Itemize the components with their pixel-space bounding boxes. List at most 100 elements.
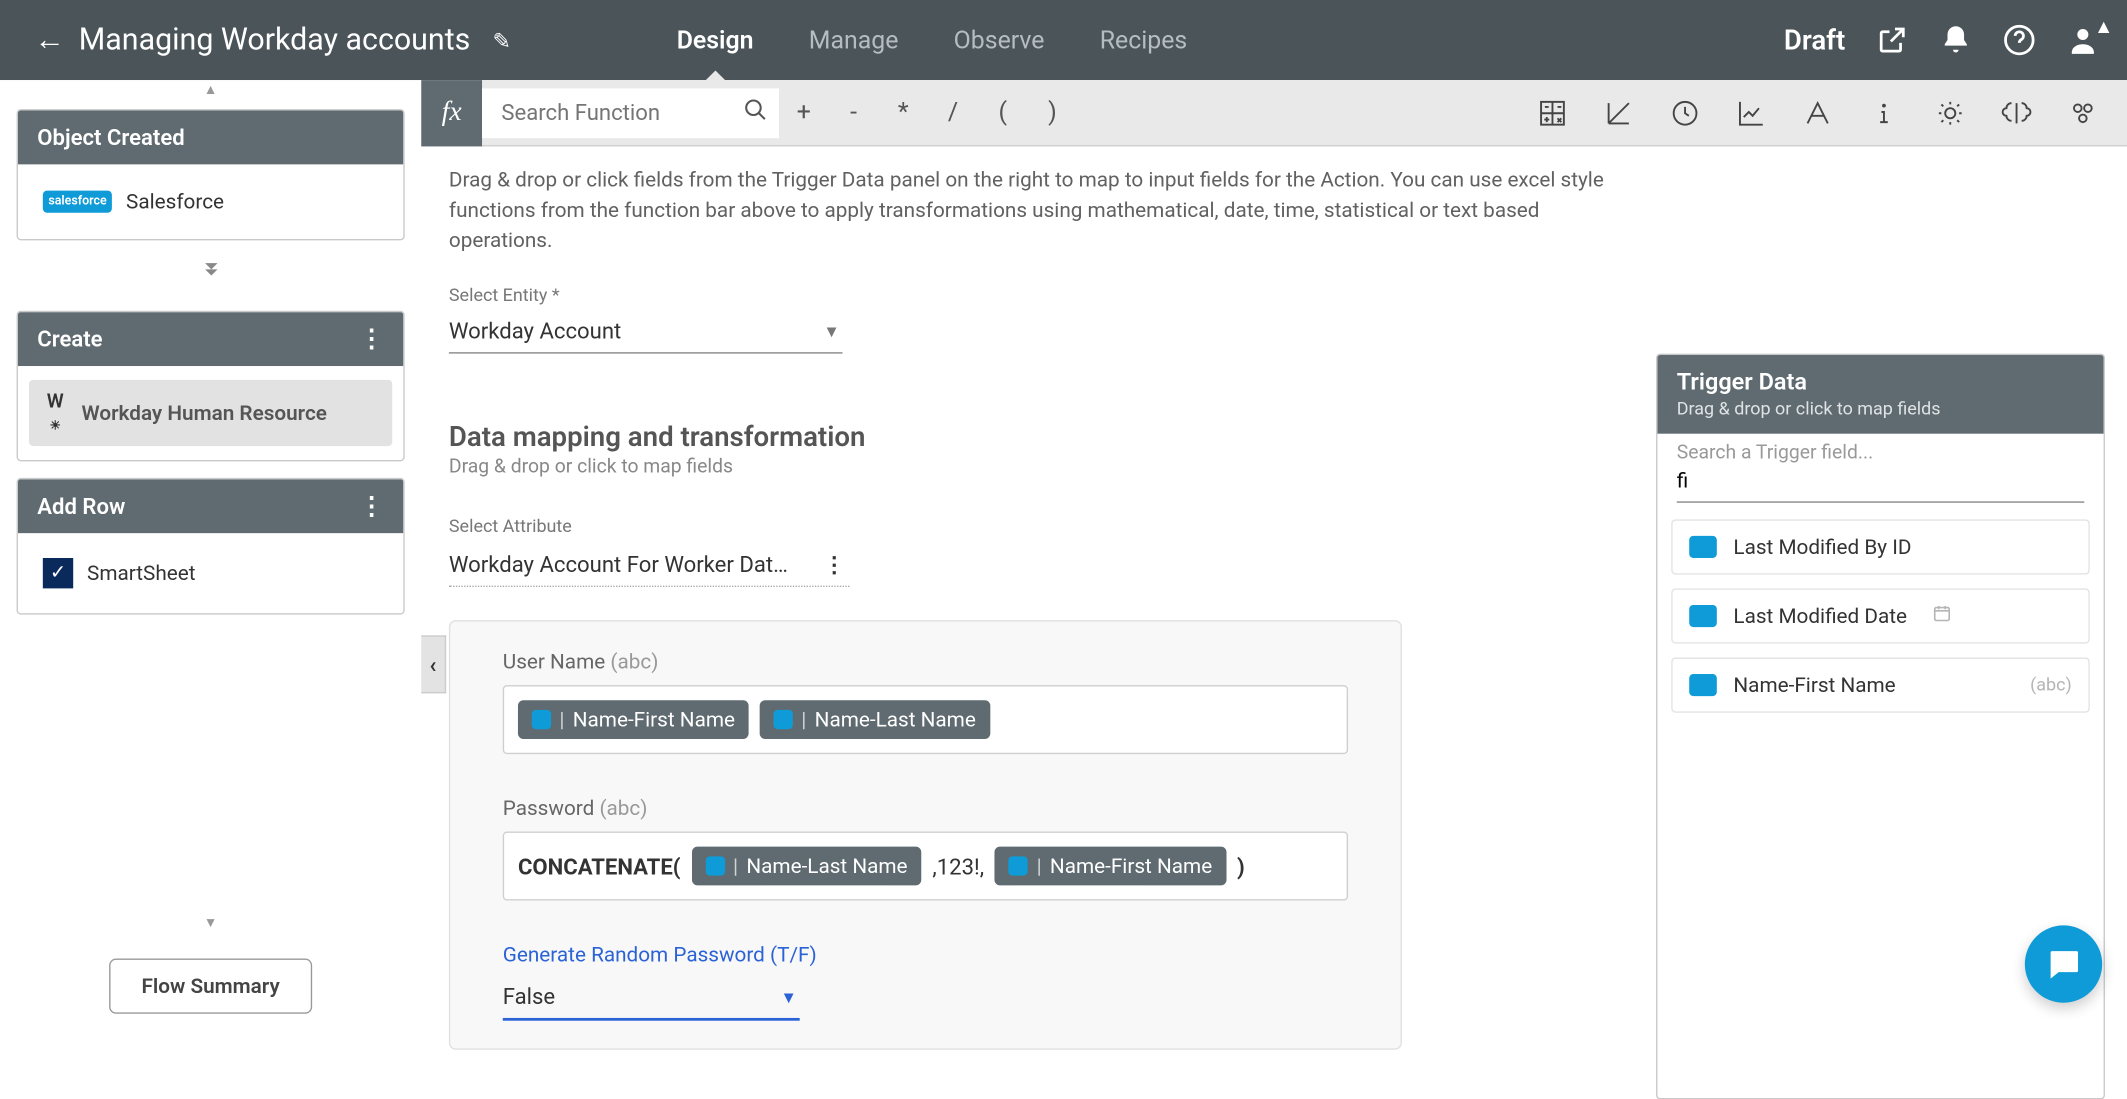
trigger-field-label: Name-First Name: [1733, 673, 1895, 698]
tab-recipes[interactable]: Recipes: [1100, 1, 1188, 80]
fn-open: CONCATENATE(: [518, 853, 681, 879]
password-label: Password (abc): [503, 796, 1348, 821]
chevron-down-icon: ▼: [823, 321, 839, 340]
fn-close: ): [1237, 853, 1245, 879]
workday-icon: W☀: [43, 391, 68, 435]
chevron-down-icon: ▼: [781, 987, 797, 1006]
collapse-sidebar-icon[interactable]: ‹: [421, 635, 446, 693]
chip-last-name[interactable]: |Name-Last Name: [760, 701, 990, 740]
salesforce-icon: [1009, 857, 1028, 876]
card-title: Create: [37, 326, 102, 352]
op-multiply[interactable]: *: [878, 98, 928, 127]
salesforce-icon: [705, 857, 724, 876]
username-input[interactable]: |Name-First Name |Name-Last Name: [503, 685, 1348, 754]
op-minus[interactable]: -: [829, 98, 879, 127]
op-divide[interactable]: /: [928, 98, 978, 127]
gen-pwd-select[interactable]: False ▼: [503, 978, 800, 1021]
external-link-icon[interactable]: [1876, 23, 1909, 56]
salesforce-icon: [1689, 536, 1717, 558]
chip-first-name[interactable]: |Name-First Name: [995, 847, 1226, 886]
node-salesforce[interactable]: salesforce Salesforce: [29, 178, 392, 225]
gen-pwd-label: Generate Random Password (T/F): [503, 942, 1348, 967]
flow-summary-button[interactable]: Flow Summary: [110, 959, 312, 1014]
node-label: Workday Human Resource: [81, 401, 326, 426]
entity-value: Workday Account: [449, 318, 621, 344]
card-menu-icon[interactable]: ⋮: [359, 327, 384, 352]
clock-icon[interactable]: [1668, 96, 1701, 129]
help-icon[interactable]: [2003, 23, 2036, 56]
entity-select[interactable]: Workday Account ▼: [449, 312, 843, 353]
node-smartsheet[interactable]: ✓ SmartSheet: [29, 547, 392, 599]
page-title: Managing Workday accounts: [79, 23, 471, 58]
trigger-field-label: Last Modified By ID: [1733, 535, 1911, 560]
node-label: SmartSheet: [87, 561, 196, 586]
tab-observe[interactable]: Observe: [954, 1, 1045, 80]
top-navbar: ← Managing Workday accounts ✎ Design Man…: [0, 0, 2127, 80]
fx-icon[interactable]: fx: [421, 79, 482, 145]
literal-text: ,123!,: [932, 853, 984, 879]
calendar-icon: [1932, 604, 1951, 629]
attr-value: Workday Account For Worker Dat…: [449, 551, 788, 577]
search-icon[interactable]: [743, 97, 768, 129]
card-add-row: Add Row ⋮ ✓ SmartSheet: [17, 478, 405, 615]
left-sidebar: ▲ Object Created salesforce Salesforce C…: [0, 80, 421, 1028]
username-label: User Name (abc): [503, 650, 1348, 675]
trigger-panel-subtitle: Drag & drop or click to map fields: [1677, 399, 2084, 420]
chip-last-name[interactable]: |Name-Last Name: [692, 847, 922, 886]
math-icon[interactable]: [1536, 96, 1569, 129]
help-text: Drag & drop or click fields from the Tri…: [421, 146, 1656, 267]
attr-select[interactable]: Workday Account For Worker Dat… ⋮: [449, 546, 850, 587]
trigger-panel-title: Trigger Data: [1677, 369, 2084, 397]
gen-pwd-value: False: [503, 984, 555, 1010]
settings-icon[interactable]: [2066, 96, 2099, 129]
op-paren-close[interactable]: ): [1028, 98, 1078, 127]
chat-fab[interactable]: [2025, 925, 2102, 1002]
entity-label: Select Entity: [449, 286, 1629, 307]
function-search-input[interactable]: [482, 88, 779, 138]
info-icon[interactable]: [1867, 96, 1900, 129]
user-icon[interactable]: ▲: [2066, 23, 2099, 56]
op-plus[interactable]: +: [779, 98, 829, 127]
card-object-created: Object Created salesforce Salesforce: [17, 109, 405, 240]
mapping-title: Data mapping and transformation: [449, 420, 1629, 453]
trigger-field-type: (abc): [2030, 675, 2072, 696]
card-title: Add Row: [37, 493, 125, 519]
flow-connector-icon: [0, 257, 421, 289]
trigger-search-input[interactable]: [1677, 464, 2084, 503]
card-title: Object Created: [37, 124, 184, 150]
scroll-down-icon[interactable]: ▼: [0, 913, 421, 934]
salesforce-icon: [774, 710, 793, 729]
function-search: [482, 88, 779, 138]
card-menu-icon[interactable]: ⋮: [359, 494, 384, 519]
trigger-field-item[interactable]: Last Modified By ID: [1671, 519, 2090, 574]
tab-manage[interactable]: Manage: [809, 1, 899, 80]
status-label: Draft: [1784, 23, 1845, 56]
center-panel: fx + - * / ( ): [421, 80, 2127, 1028]
password-input[interactable]: CONCATENATE( |Name-Last Name ,123!, |Nam…: [503, 832, 1348, 901]
trigger-field-item[interactable]: Last Modified Date: [1671, 588, 2090, 643]
trigger-field-item[interactable]: Name-First Name (abc): [1671, 657, 2090, 712]
brain-icon[interactable]: [2000, 96, 2033, 129]
node-workday[interactable]: W☀ Workday Human Resource: [29, 380, 392, 446]
back-arrow-icon[interactable]: ←: [35, 22, 65, 58]
attr-label: Select Attribute: [449, 517, 1629, 538]
text-icon[interactable]: [1801, 96, 1834, 129]
salesforce-icon: [532, 710, 551, 729]
scroll-up-icon[interactable]: ▲: [0, 80, 421, 101]
node-label: Salesforce: [126, 189, 224, 214]
edit-title-icon[interactable]: ✎: [492, 27, 511, 53]
trigger-search-placeholder: Search a Trigger field...: [1677, 442, 2084, 464]
chip-first-name[interactable]: |Name-First Name: [518, 701, 749, 740]
attr-menu-icon[interactable]: ⋮: [823, 551, 846, 577]
salesforce-icon: [1689, 605, 1717, 627]
user-alert-icon: ▲: [2094, 15, 2113, 38]
tab-design[interactable]: Design: [677, 1, 754, 80]
chart-icon[interactable]: [1735, 96, 1768, 129]
op-paren-open[interactable]: (: [978, 98, 1028, 127]
card-create: Create ⋮ W☀ Workday Human Resource: [17, 311, 405, 462]
mapping-box: User Name (abc) |Name-First Name |Name-L…: [449, 621, 1402, 1051]
bell-icon[interactable]: [1939, 23, 1972, 56]
nav-tabs: Design Manage Observe Recipes: [677, 1, 1188, 80]
idea-icon[interactable]: [1934, 96, 1967, 129]
geometry-icon[interactable]: [1602, 96, 1635, 129]
